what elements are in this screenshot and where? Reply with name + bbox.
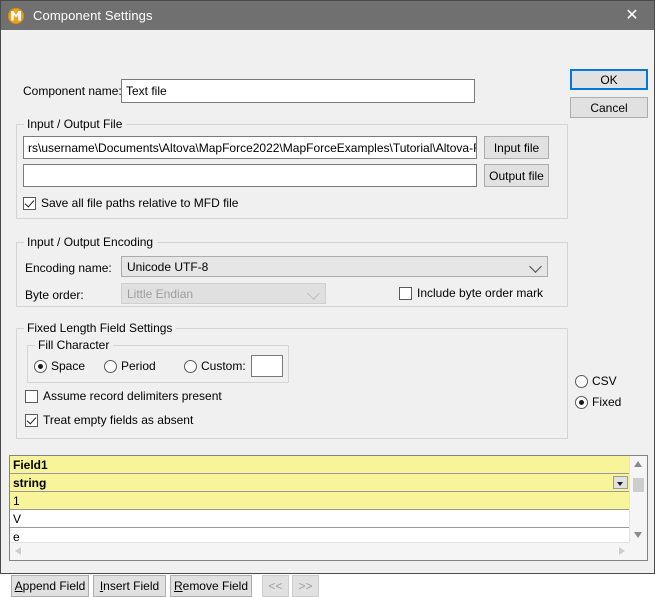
fill-custom-radio[interactable]: Custom: xyxy=(184,359,246,373)
output-file-path-input[interactable] xyxy=(23,164,477,187)
radio-circle xyxy=(184,360,197,373)
field-grid-rows: Field1string1Ver xyxy=(10,456,630,543)
checkbox-box xyxy=(23,197,36,210)
save-relative-paths-checkbox[interactable]: Save all file paths relative to MFD file xyxy=(23,196,238,210)
scroll-up-icon[interactable] xyxy=(634,461,642,467)
encoding-name-value: Unicode UTF-8 xyxy=(127,260,208,274)
close-icon[interactable]: ✕ xyxy=(610,1,654,30)
format-csv-label: CSV xyxy=(592,374,617,388)
field-grid-cell: 1 xyxy=(13,494,20,508)
remove-field-button[interactable]: Remove Field xyxy=(170,575,252,597)
scroll-down-icon[interactable] xyxy=(634,532,642,538)
fixed-length-group-title: Fixed Length Field Settings xyxy=(24,321,176,335)
field-grid-cell: Field1 xyxy=(13,458,48,472)
include-bom-label: Include byte order mark xyxy=(417,286,543,300)
window-title: Component Settings xyxy=(33,8,153,23)
treat-empty-fields-label: Treat empty fields as absent xyxy=(43,413,193,427)
component-name-label: Component name: xyxy=(23,84,122,98)
component-settings-dialog: Component Settings ✕ OK Cancel Component… xyxy=(0,0,655,574)
scroll-left-icon xyxy=(15,547,21,555)
fill-custom-input[interactable] xyxy=(251,355,283,377)
save-relative-paths-label: Save all file paths relative to MFD file xyxy=(41,196,238,210)
input-output-file-group-title: Input / Output File xyxy=(24,117,126,131)
fill-space-label: Space xyxy=(51,359,85,373)
field-grid-row[interactable]: string xyxy=(10,474,630,492)
titlebar: Component Settings ✕ xyxy=(1,1,654,30)
byte-order-select: Little Endian xyxy=(121,283,326,304)
format-fixed-label: Fixed xyxy=(592,395,621,409)
format-fixed-radio[interactable]: Fixed xyxy=(575,395,621,409)
chevron-down-icon xyxy=(529,260,542,273)
chevron-down-icon xyxy=(307,287,320,300)
field-type-dropdown-icon[interactable] xyxy=(613,476,628,489)
fill-period-radio[interactable]: Period xyxy=(104,359,156,373)
input-file-button[interactable]: Input file xyxy=(484,136,549,159)
treat-empty-fields-checkbox[interactable]: Treat empty fields as absent xyxy=(25,413,193,427)
radio-circle xyxy=(575,396,588,409)
format-csv-radio[interactable]: CSV xyxy=(575,374,617,388)
fill-custom-label: Custom: xyxy=(201,359,246,373)
byte-order-value: Little Endian xyxy=(127,287,193,301)
field-grid[interactable]: Field1string1Ver xyxy=(9,455,648,561)
next-field-button: >> xyxy=(292,575,319,597)
dialog-body: OK Cancel Component name: Text file Inpu… xyxy=(1,30,654,573)
field-grid-row[interactable]: 1 xyxy=(10,492,630,510)
altova-mapforce-icon xyxy=(8,8,24,24)
insert-field-label: Insert Field xyxy=(100,579,159,593)
field-grid-cell: V xyxy=(13,512,21,526)
radio-circle xyxy=(34,360,47,373)
byte-order-label: Byte order: xyxy=(25,288,84,302)
component-name-input[interactable]: Text file xyxy=(121,79,475,103)
ok-button[interactable]: OK xyxy=(570,69,648,90)
output-file-button[interactable]: Output file xyxy=(484,164,549,187)
grid-horizontal-scrollbar[interactable] xyxy=(10,542,630,560)
append-field-label: Append Field xyxy=(15,579,86,593)
checkbox-box xyxy=(25,414,38,427)
previous-field-button: << xyxy=(262,575,289,597)
checkbox-box xyxy=(25,390,38,403)
insert-field-button[interactable]: Insert Field xyxy=(93,575,166,597)
radio-circle xyxy=(104,360,117,373)
checkbox-box xyxy=(399,287,412,300)
input-file-path-input[interactable]: rs\username\Documents\Altova\MapForce202… xyxy=(23,136,477,159)
radio-circle xyxy=(575,375,588,388)
field-grid-row[interactable]: V xyxy=(10,510,630,528)
fill-space-radio[interactable]: Space xyxy=(34,359,85,373)
assume-record-delimiters-checkbox[interactable]: Assume record delimiters present xyxy=(25,389,222,403)
scroll-right-icon xyxy=(619,547,625,555)
encoding-name-label: Encoding name: xyxy=(25,261,112,275)
encoding-name-select[interactable]: Unicode UTF-8 xyxy=(121,256,548,277)
include-bom-checkbox[interactable]: Include byte order mark xyxy=(399,286,543,300)
field-grid-row[interactable]: Field1 xyxy=(10,456,630,474)
input-output-encoding-group-title: Input / Output Encoding xyxy=(24,235,157,249)
scrollbar-corner xyxy=(630,543,647,560)
assume-record-delimiters-label: Assume record delimiters present xyxy=(43,389,222,403)
fill-period-label: Period xyxy=(121,359,156,373)
field-grid-cell: string xyxy=(13,476,46,490)
vertical-scroll-thumb[interactable] xyxy=(633,478,644,492)
cancel-button[interactable]: Cancel xyxy=(570,97,648,118)
grid-vertical-scrollbar[interactable] xyxy=(629,456,647,543)
remove-field-label: Remove Field xyxy=(174,579,248,593)
fill-character-group-title: Fill Character xyxy=(35,338,113,352)
append-field-button[interactable]: Append Field xyxy=(11,575,89,597)
